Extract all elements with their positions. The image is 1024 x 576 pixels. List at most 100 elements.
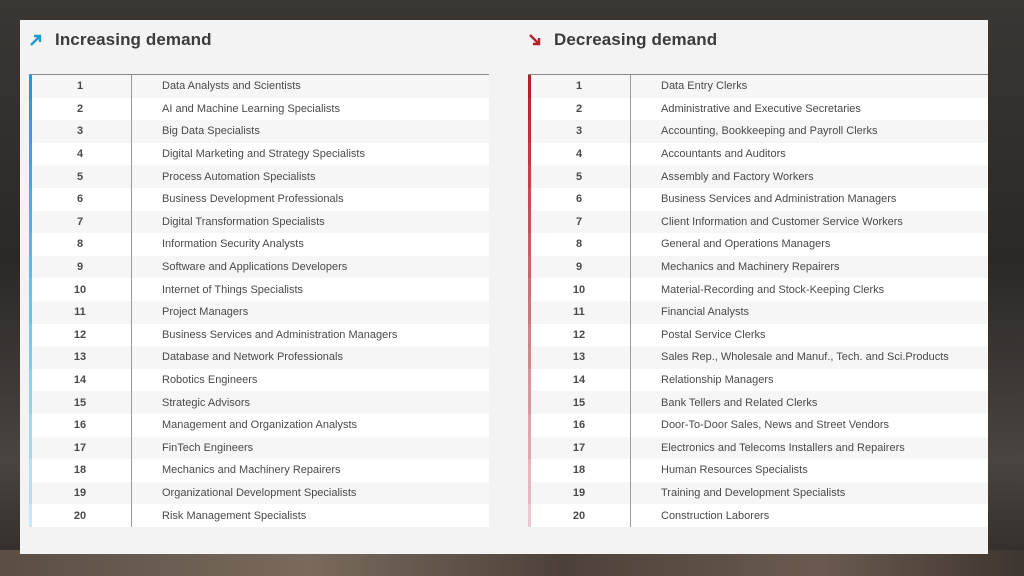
table-row: 15 Strategic Advisors [29,391,489,414]
column-divider [630,278,631,301]
role-name: Business Services and Administration Man… [661,193,897,206]
rank-number: 11 [74,306,86,319]
role-name: Process Automation Specialists [162,170,316,183]
role-name: General and Operations Managers [661,238,831,251]
rank-color-bar [29,459,32,482]
rank-color-bar [29,187,32,211]
rank-color-bar [528,391,531,414]
rank-number: 1 [575,80,583,93]
role-name: Risk Management Specialists [162,509,307,522]
column-divider [131,323,132,347]
rank-number: 20 [73,509,87,522]
role-name: Organizational Development Specialists [162,486,357,499]
rank-color-bar [29,413,32,437]
rank-color-bar [29,346,32,369]
role-name: Management and Organization Analysts [162,419,358,432]
rank-number: 7 [575,215,583,228]
rank-color-bar [528,210,531,234]
rank-color-bar [528,165,531,188]
table-row: 11 Financial Analysts [528,300,988,324]
role-name: Material-Recording and Stock-Keeping Cle… [661,283,885,296]
table-row: 3 Big Data Specialists [29,120,489,143]
column-divider [131,504,132,527]
table-row: 2 AI and Machine Learning Specialists [29,97,489,121]
rank-number: 8 [76,238,84,251]
role-name: Business Services and Administration Man… [162,328,398,341]
role-name: Mechanics and Machinery Repairers [661,261,840,274]
column-divider [630,165,631,188]
table-row: 13 Database and Network Professionals [29,346,489,369]
table-row: 9 Software and Applications Developers [29,255,489,279]
table-row: 14 Robotics Engineers [29,368,489,392]
rank-color-bar [528,481,531,505]
rank-number: 11 [573,306,585,319]
rank-number: 20 [572,509,586,522]
table-row: 1 Data Analysts and Scientists [29,75,489,98]
role-name: Postal Service Clerks [661,328,766,341]
column-divider [131,255,132,279]
rank-number: 14 [73,374,87,387]
rank-color-bar [29,300,32,324]
rank-color-bar [528,323,531,347]
rank-number: 7 [76,215,84,228]
column-divider [630,504,631,527]
rank-color-bar [528,413,531,437]
role-name: Bank Tellers and Related Clerks [661,396,818,409]
role-name: Robotics Engineers [162,374,258,387]
rank-color-bar [29,210,32,234]
rank-number: 12 [572,328,586,341]
rank-color-bar [29,120,32,143]
table-row: 5 Assembly and Factory Workers [528,165,988,188]
table-row: 9 Mechanics and Machinery Repairers [528,255,988,279]
table-row: 7 Client Information and Customer Service… [528,210,988,234]
rank-color-bar [29,368,32,392]
decreasing-demand-panel: Decreasing demand 1 Data Entry Clerks 2 Adm… [528,20,988,554]
role-name: AI and Machine Learning Specialists [162,102,340,115]
rank-number: 5 [76,170,84,183]
rank-number: 19 [572,486,586,499]
role-name: Big Data Specialists [162,125,260,138]
rank-number: 9 [575,261,583,274]
role-name: Strategic Advisors [162,396,251,409]
rank-color-bar [528,504,531,527]
rank-number: 8 [575,238,583,251]
table-row: 6 Business Services and Administration Ma… [528,187,988,211]
rank-number: 18 [572,464,586,477]
role-name: Client Information and Customer Service … [661,215,903,228]
column-divider [131,300,132,324]
rank-color-bar [528,368,531,392]
role-name: Accountants and Auditors [661,148,786,161]
increasing-demand-title: Increasing demand [55,30,212,49]
table-row: 20 Risk Management Specialists [29,504,489,527]
rank-number: 16 [73,419,87,432]
role-name: Construction Laborers [661,509,770,522]
rank-number: 17 [572,441,586,454]
rank-number: 13 [572,351,586,364]
rank-number: 4 [76,148,84,161]
table-row: 4 Digital Marketing and Strategy Speciali… [29,142,489,166]
column-divider [630,75,631,98]
arrow-up-right-icon [29,33,43,47]
decreasing-demand-title: Decreasing demand [554,30,718,49]
table-row: 8 Information Security Analysts [29,233,489,256]
rank-color-bar [29,165,32,188]
rank-number: 5 [575,170,583,183]
rank-number: 15 [572,396,586,409]
table-row: 17 Electronics and Telecoms Installers an… [528,436,988,460]
rank-number: 14 [572,374,586,387]
table-row: 8 General and Operations Managers [528,233,988,256]
table-row: 3 Accounting, Bookkeeping and Payroll Cle… [528,120,988,143]
rank-color-bar [528,75,531,98]
role-name: Software and Applications Developers [162,261,348,274]
role-name: Project Managers [162,306,249,319]
arrow-down-right-icon [528,33,542,47]
role-name: FinTech Engineers [162,441,254,454]
table-row: 6 Business Development Professionals [29,187,489,211]
column-divider [131,459,132,482]
rank-color-bar [528,187,531,211]
table-row: 2 Administrative and Executive Secretarie… [528,97,988,121]
table-row: 15 Bank Tellers and Related Clerks [528,391,988,414]
column-divider [630,300,631,324]
column-divider [131,210,132,234]
column-divider [630,368,631,392]
